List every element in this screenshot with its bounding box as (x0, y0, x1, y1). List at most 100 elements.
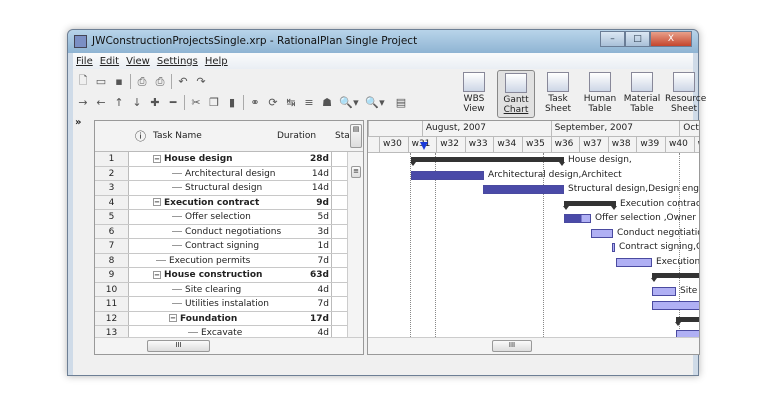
task-name-cell[interactable]: Execution permits (156, 254, 250, 268)
scroll-thumb[interactable]: III (492, 340, 532, 352)
copy-icon[interactable]: ❐ (207, 96, 221, 109)
duration-cell[interactable]: 3d (275, 224, 332, 238)
summary-bar[interactable] (675, 316, 699, 326)
expand-icon[interactable]: ✚ (148, 96, 162, 109)
table-row[interactable]: 4 − Execution contract 9d (95, 195, 347, 210)
task-name-cell[interactable]: Structural design (172, 181, 262, 195)
task-name-cell[interactable]: − Foundation (169, 312, 237, 326)
expand-chevron-icon[interactable]: » (75, 117, 81, 128)
outdent-icon[interactable]: ← (94, 96, 108, 109)
print-icon[interactable]: ⎙ (135, 75, 149, 89)
task-bar[interactable] (411, 170, 484, 180)
duration-cell[interactable]: 14d (275, 181, 332, 195)
scroll-thumb[interactable]: III (147, 340, 210, 352)
table-row[interactable]: 7 Contract signing 1d (95, 239, 347, 254)
task-name-cell[interactable]: Architectural design (172, 167, 276, 181)
duration-cell[interactable]: 4d (275, 282, 332, 296)
task-name-cell[interactable]: Utilities instalation (172, 297, 269, 311)
duration-cell[interactable]: 28d (275, 152, 332, 166)
collapse-icon[interactable]: ━ (166, 96, 180, 109)
menu-file[interactable]: File (76, 56, 93, 67)
paste-icon[interactable]: ▮ (225, 96, 239, 109)
view-gantt-chart[interactable]: Gantt Chart (497, 70, 535, 118)
summary-bar[interactable] (563, 200, 617, 210)
table-row[interactable]: 2 Architectural design 14d (95, 166, 347, 181)
align-icon[interactable]: ≡ (302, 96, 316, 109)
undo-icon[interactable]: ↶ (176, 75, 190, 88)
menu-edit[interactable]: Edit (100, 56, 119, 67)
duration-cell[interactable]: 9d (275, 195, 332, 209)
task-bar[interactable] (483, 185, 564, 194)
menu-help[interactable]: Help (205, 56, 228, 67)
collapse-toggle-icon[interactable]: − (153, 154, 161, 163)
save-icon[interactable]: ▪ (112, 75, 126, 88)
task-name-cell[interactable]: Conduct negotiations (172, 225, 281, 239)
task-name-cell[interactable]: − House design (153, 152, 233, 166)
column-chooser-button[interactable]: ▤ (350, 124, 362, 148)
start-column-header[interactable]: Sta (335, 131, 350, 141)
duration-cell[interactable]: 7d (275, 253, 332, 267)
task-name-cell[interactable]: − House construction (153, 268, 262, 282)
table-row[interactable]: 9 − House construction 63d (95, 268, 347, 283)
collapse-toggle-icon[interactable]: − (169, 314, 177, 322)
view-wbs-view[interactable]: WBS View (455, 70, 493, 118)
table-row[interactable]: 5 Offer selection 5d (95, 210, 347, 225)
unlink-icon[interactable]: ⟳ (266, 96, 280, 109)
task-bar[interactable] (612, 243, 615, 252)
task-name-column-header[interactable]: Task Name (153, 131, 202, 141)
cut-icon[interactable]: ✂ (189, 96, 203, 109)
new-icon[interactable]: 🗋 (76, 72, 90, 91)
grid-horizontal-scrollbar[interactable]: III (95, 337, 363, 354)
view-resource-sheet[interactable]: Resource Sheet (665, 70, 706, 118)
table-row[interactable]: 10 Site clearing 4d (95, 282, 347, 297)
task-name-cell[interactable]: − Execution contract (153, 196, 259, 210)
info-column-header[interactable]: ⓘ (135, 128, 146, 144)
task-bar[interactable] (564, 214, 591, 223)
minimize-button[interactable]: – (600, 31, 625, 47)
duration-cell[interactable]: 7d (275, 297, 332, 311)
task-name-cell[interactable]: Contract signing (172, 239, 259, 253)
duration-cell[interactable]: 14d (275, 166, 332, 180)
move-up-icon[interactable]: ↑ (112, 96, 126, 109)
view-task-sheet[interactable]: Task Sheet (539, 70, 577, 118)
summary-bar[interactable] (410, 157, 565, 166)
maximize-button[interactable]: □ (625, 31, 650, 47)
summary-bar[interactable] (651, 273, 699, 282)
gantt-horizontal-scrollbar[interactable]: III (368, 337, 699, 354)
assign-icon[interactable]: ☗ (320, 96, 334, 109)
grid-vertical-scrollbar[interactable]: ▤ ≡ (347, 124, 363, 338)
task-bar[interactable] (652, 286, 676, 296)
menu-view[interactable]: View (126, 56, 150, 67)
collapse-toggle-icon[interactable]: − (153, 198, 161, 206)
table-row[interactable]: 3 Structural design 14d (95, 181, 347, 196)
link-icon[interactable]: ⚭ (248, 96, 262, 109)
view-material-table[interactable]: Material Table (623, 70, 661, 118)
open-icon[interactable]: ▭ (94, 75, 108, 88)
duration-cell[interactable]: 5d (275, 210, 332, 224)
zoom-in-icon[interactable]: 🔍▾ (338, 96, 360, 109)
duration-column-header[interactable]: Duration (277, 131, 316, 141)
table-row[interactable]: 6 Conduct negotiations 3d (95, 224, 347, 239)
calendar-icon[interactable]: ▤ (390, 96, 412, 109)
move-down-icon[interactable]: ↓ (130, 96, 144, 109)
split-icon[interactable]: ↹ (284, 96, 298, 109)
close-button[interactable]: X (650, 31, 692, 47)
duration-cell[interactable]: 1d (275, 239, 332, 253)
indent-icon[interactable]: → (76, 96, 90, 109)
table-row[interactable]: 12 − Foundation 17d (95, 311, 347, 326)
collapse-toggle-icon[interactable]: − (153, 270, 161, 279)
redo-icon[interactable]: ↷ (194, 75, 208, 88)
task-name-cell[interactable]: Site clearing (172, 283, 241, 297)
task-name-cell[interactable]: Offer selection (172, 210, 251, 224)
menu-settings[interactable]: Settings (157, 56, 198, 67)
task-bar[interactable] (652, 301, 699, 310)
task-bar[interactable] (616, 257, 652, 267)
view-human-table[interactable]: Human Table (581, 70, 619, 118)
scroll-thumb[interactable]: ≡ (351, 166, 361, 178)
zoom-out-icon[interactable]: 🔍▾ (364, 96, 386, 109)
print-preview-icon[interactable]: ⎙ (153, 75, 167, 89)
table-row[interactable]: 1 − House design 28d (95, 152, 347, 167)
duration-cell[interactable]: 63d (275, 268, 332, 282)
duration-cell[interactable]: 17d (275, 311, 332, 325)
table-row[interactable]: 8 Execution permits 7d (95, 253, 347, 268)
